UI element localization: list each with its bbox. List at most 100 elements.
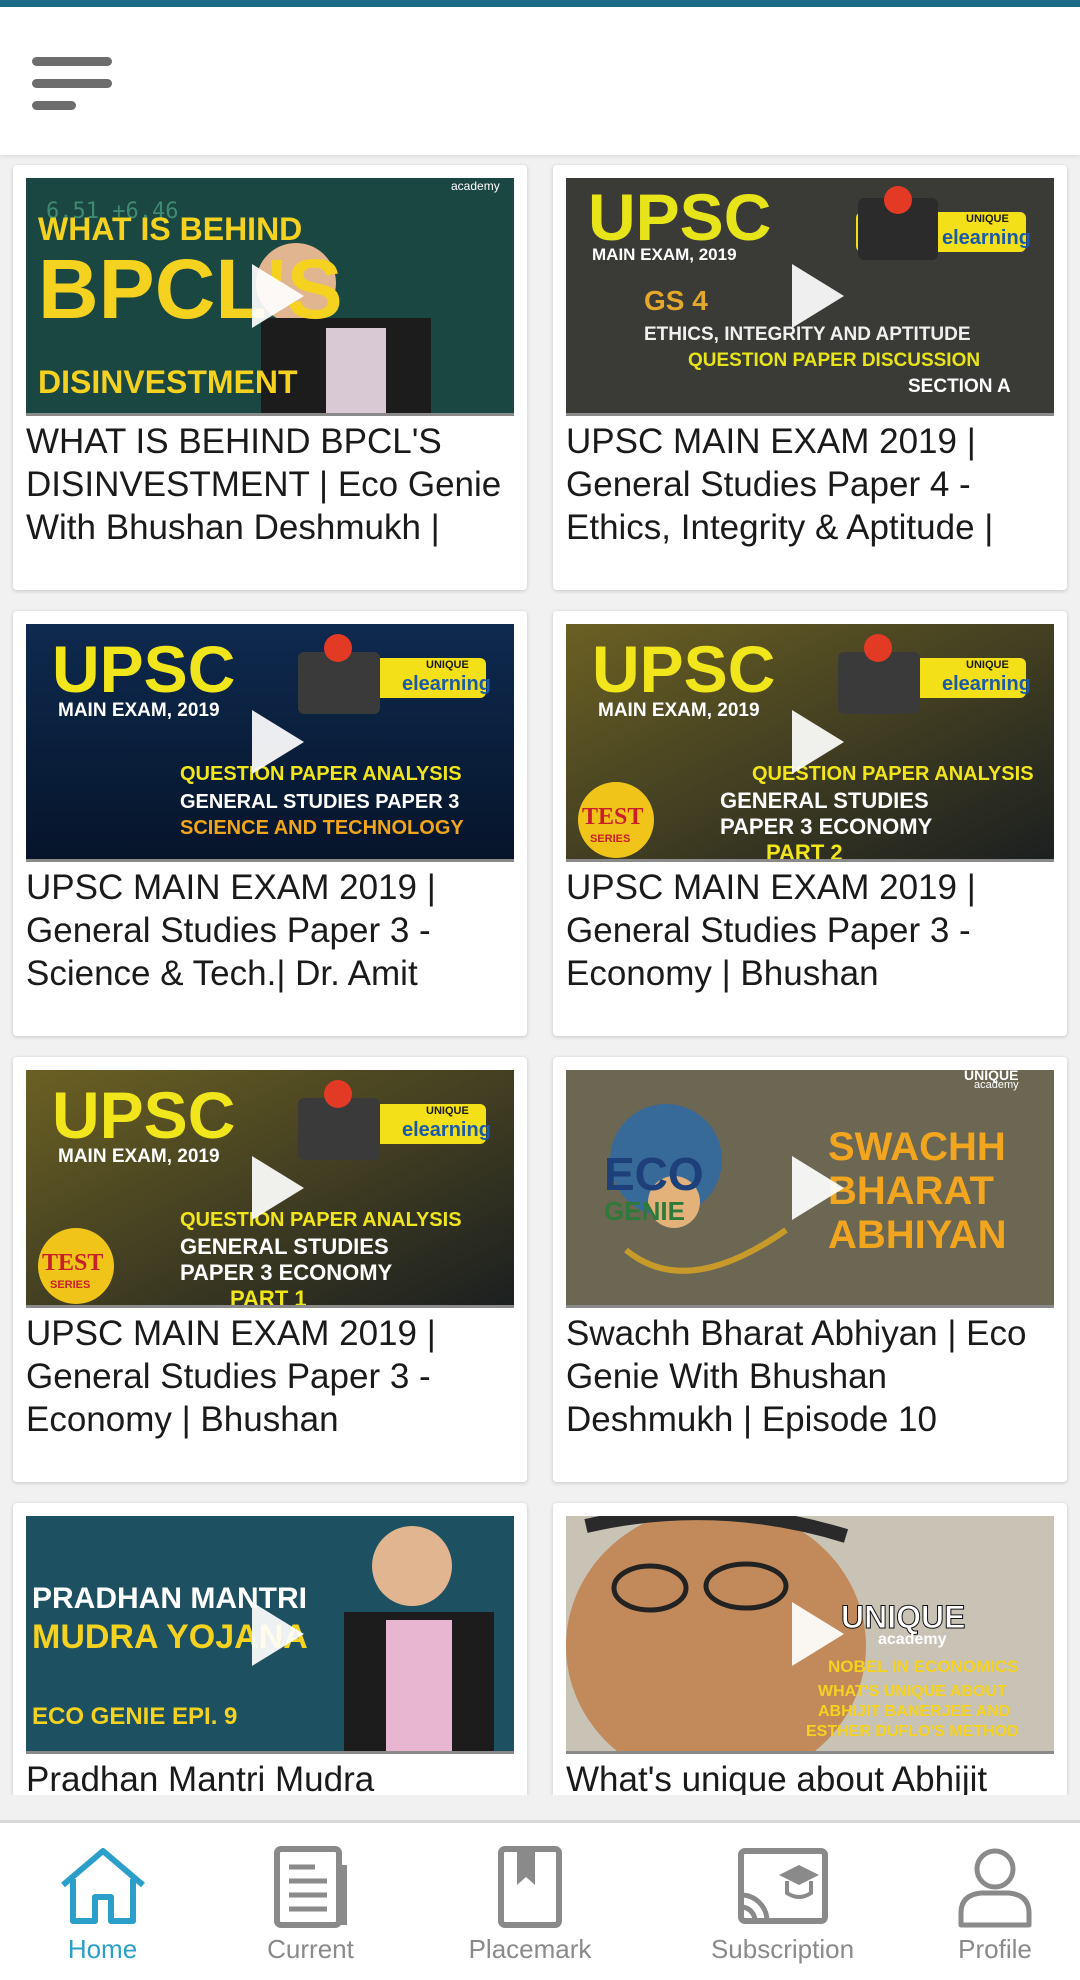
app-header bbox=[0, 7, 1080, 155]
video-feed[interactable]: 6.51 +6.46 WHAT IS BEHIND BPCL'S DISINVE… bbox=[0, 160, 1080, 1795]
play-icon bbox=[792, 1601, 844, 1666]
document-icon bbox=[273, 1846, 347, 1928]
svg-text:UNIQUE: UNIQUE bbox=[966, 213, 1009, 225]
svg-text:QUESTION PAPER DISCUSSION: QUESTION PAPER DISCUSSION bbox=[688, 350, 980, 371]
svg-text:UNIQUE: UNIQUE bbox=[426, 659, 469, 671]
svg-text:TEST: TEST bbox=[582, 804, 643, 830]
svg-text:ECO GENIE EPI. 9: ECO GENIE EPI. 9 bbox=[32, 1703, 237, 1730]
tab-placemark-label: Placemark bbox=[468, 1934, 592, 1964]
svg-text:PART 2: PART 2 bbox=[766, 840, 843, 862]
video-card[interactable]: UPSC MAIN EXAM, 2019 QUESTION PAPER ANAL… bbox=[13, 1057, 527, 1482]
play-icon bbox=[252, 1155, 304, 1220]
svg-text:UPSC: UPSC bbox=[52, 1078, 235, 1152]
video-title: UPSC MAIN EXAM 2019 | General Studies Pa… bbox=[566, 422, 994, 547]
svg-text:SERIES: SERIES bbox=[50, 1279, 90, 1291]
cast-education-icon bbox=[737, 1848, 828, 1924]
svg-text:ABHIYAN: ABHIYAN bbox=[828, 1213, 1007, 1257]
svg-text:elearning: elearning bbox=[942, 227, 1031, 249]
svg-text:NOBEL IN ECONOMICS: NOBEL IN ECONOMICS bbox=[828, 1657, 1018, 1676]
play-icon bbox=[252, 709, 304, 774]
svg-text:PART 1: PART 1 bbox=[230, 1286, 307, 1308]
svg-text:elearning: elearning bbox=[402, 1119, 491, 1141]
svg-text:MAIN EXAM, 2019: MAIN EXAM, 2019 bbox=[58, 1146, 220, 1167]
tab-current[interactable]: Current bbox=[228, 1833, 393, 1973]
tab-subscription[interactable]: Subscription bbox=[690, 1833, 875, 1973]
svg-text:UPSC: UPSC bbox=[588, 180, 771, 254]
video-card[interactable]: UPSC MAIN EXAM, 2019 GS 4 ETHICS, INTEGR… bbox=[553, 165, 1067, 590]
svg-text:SWACHH: SWACHH bbox=[828, 1125, 1006, 1169]
svg-text:PAPER 3 ECONOMY: PAPER 3 ECONOMY bbox=[720, 814, 933, 839]
svg-text:WHAT'S UNIQUE ABOUT: WHAT'S UNIQUE ABOUT bbox=[818, 1683, 1007, 1700]
svg-text:GENERAL STUDIES: GENERAL STUDIES bbox=[180, 1234, 389, 1259]
video-thumbnail[interactable]: 6.51 +6.46 WHAT IS BEHIND BPCL'S DISINVE… bbox=[26, 178, 514, 416]
tab-current-label: Current bbox=[267, 1934, 354, 1964]
play-icon bbox=[252, 263, 304, 328]
play-icon bbox=[792, 263, 844, 328]
play-icon bbox=[792, 1155, 844, 1220]
video-title: UPSC MAIN EXAM 2019 | General Studies Pa… bbox=[26, 868, 436, 993]
video-title: UPSC MAIN EXAM 2019 | General Studies Pa… bbox=[566, 868, 976, 993]
svg-text:QUESTION PAPER ANALYSIS: QUESTION PAPER ANALYSIS bbox=[180, 763, 462, 785]
video-title: WHAT IS BEHIND BPCL'S DISINVESTMENT | Ec… bbox=[26, 422, 502, 547]
tab-home-label: Home bbox=[67, 1934, 138, 1964]
video-title: What's unique about Abhijit bbox=[566, 1760, 988, 1795]
svg-text:elearning: elearning bbox=[942, 673, 1031, 695]
video-card[interactable]: PRADHAN MANTRI MUDRA YOJANA ECO GENIE EP… bbox=[13, 1503, 527, 1795]
svg-text:MAIN EXAM, 2019: MAIN EXAM, 2019 bbox=[592, 245, 737, 264]
video-title: UPSC MAIN EXAM 2019 | General Studies Pa… bbox=[26, 1314, 436, 1439]
svg-text:BHARAT: BHARAT bbox=[828, 1169, 994, 1213]
svg-text:GENERAL STUDIES: GENERAL STUDIES bbox=[720, 788, 929, 813]
tab-profile-label: Profile bbox=[958, 1934, 1032, 1964]
svg-text:SERIES: SERIES bbox=[590, 833, 630, 845]
svg-text:ABHIJIT BANERJEE AND: ABHIJIT BANERJEE AND bbox=[818, 1703, 1010, 1720]
svg-text:SECTION A: SECTION A bbox=[908, 376, 1011, 397]
svg-text:PAPER 3 ECONOMY: PAPER 3 ECONOMY bbox=[180, 1260, 393, 1285]
svg-text:SCIENCE AND TECHNOLOGY: SCIENCE AND TECHNOLOGY bbox=[180, 817, 464, 839]
svg-text:GENERAL STUDIES PAPER 3: GENERAL STUDIES PAPER 3 bbox=[180, 791, 459, 813]
svg-text:QUESTION PAPER ANALYSIS: QUESTION PAPER ANALYSIS bbox=[180, 1209, 462, 1231]
video-thumbnail[interactable]: UPSC MAIN EXAM, 2019 GS 4 ETHICS, INTEGR… bbox=[566, 178, 1054, 416]
video-card[interactable]: ECO GENIE SWACHH BHARAT ABHIYAN UNIQUE a… bbox=[553, 1057, 1067, 1482]
tab-subscription-label: Subscription bbox=[710, 1934, 855, 1964]
video-title: Swachh Bharat Abhiyan | Eco Genie With B… bbox=[566, 1314, 1027, 1439]
video-thumbnail[interactable]: UPSC MAIN EXAM, 2019 QUESTION PAPER ANAL… bbox=[26, 1070, 514, 1308]
svg-text:academy: academy bbox=[878, 1631, 947, 1648]
video-card[interactable]: UPSC MAIN EXAM, 2019 QUESTION PAPER ANAL… bbox=[553, 611, 1067, 1036]
bottom-navigation: Home Current Placemark Subscription Prof… bbox=[0, 1820, 1080, 1980]
svg-text:ESTHER DUFLO'S METHOD: ESTHER DUFLO'S METHOD bbox=[806, 1723, 1019, 1740]
video-thumbnail[interactable]: UNIQUE academy NOBEL IN ECONOMICS WHAT'S… bbox=[566, 1516, 1054, 1754]
bookmark-icon bbox=[498, 1846, 562, 1928]
svg-text:TEST: TEST bbox=[42, 1250, 103, 1276]
status-accent-bar bbox=[0, 0, 1080, 7]
svg-text:ECO: ECO bbox=[604, 1148, 704, 1200]
svg-text:elearning: elearning bbox=[402, 673, 491, 695]
video-thumbnail[interactable]: PRADHAN MANTRI MUDRA YOJANA ECO GENIE EP… bbox=[26, 1516, 514, 1754]
tab-home[interactable]: Home bbox=[20, 1833, 185, 1973]
home-icon bbox=[60, 1848, 145, 1924]
video-thumbnail[interactable]: UPSC MAIN EXAM, 2019 QUESTION PAPER ANAL… bbox=[566, 624, 1054, 862]
svg-text:GS 4: GS 4 bbox=[644, 285, 708, 316]
video-card[interactable]: UPSC MAIN EXAM, 2019 QUESTION PAPER ANAL… bbox=[13, 611, 527, 1036]
tab-placemark[interactable]: Placemark bbox=[440, 1833, 620, 1973]
svg-text:UNIQUE: UNIQUE bbox=[841, 1599, 965, 1635]
video-thumbnail[interactable]: ECO GENIE SWACHH BHARAT ABHIYAN UNIQUE a… bbox=[566, 1070, 1054, 1308]
svg-text:UPSC: UPSC bbox=[52, 632, 235, 706]
svg-text:academy: academy bbox=[974, 1079, 1019, 1091]
svg-text:MAIN EXAM, 2019: MAIN EXAM, 2019 bbox=[598, 700, 760, 721]
play-icon bbox=[792, 709, 844, 774]
video-title: Pradhan Mantri Mudra bbox=[26, 1760, 375, 1795]
person-icon bbox=[958, 1848, 1032, 1928]
video-card[interactable]: UNIQUE academy NOBEL IN ECONOMICS WHAT'S… bbox=[553, 1503, 1067, 1795]
hamburger-menu-icon[interactable] bbox=[32, 53, 114, 115]
svg-text:GENIE: GENIE bbox=[604, 1196, 685, 1226]
svg-text:UPSC: UPSC bbox=[592, 632, 775, 706]
svg-text:UNIQUE: UNIQUE bbox=[426, 1105, 469, 1117]
svg-text:academy: academy bbox=[451, 179, 500, 193]
svg-text:MAIN EXAM, 2019: MAIN EXAM, 2019 bbox=[58, 700, 220, 721]
svg-text:DISINVESTMENT: DISINVESTMENT bbox=[38, 364, 298, 400]
tab-profile[interactable]: Profile bbox=[920, 1833, 1070, 1973]
video-thumbnail[interactable]: UPSC MAIN EXAM, 2019 QUESTION PAPER ANAL… bbox=[26, 624, 514, 862]
video-card[interactable]: 6.51 +6.46 WHAT IS BEHIND BPCL'S DISINVE… bbox=[13, 165, 527, 590]
svg-text:UNIQUE: UNIQUE bbox=[966, 659, 1009, 671]
play-icon bbox=[252, 1601, 304, 1666]
